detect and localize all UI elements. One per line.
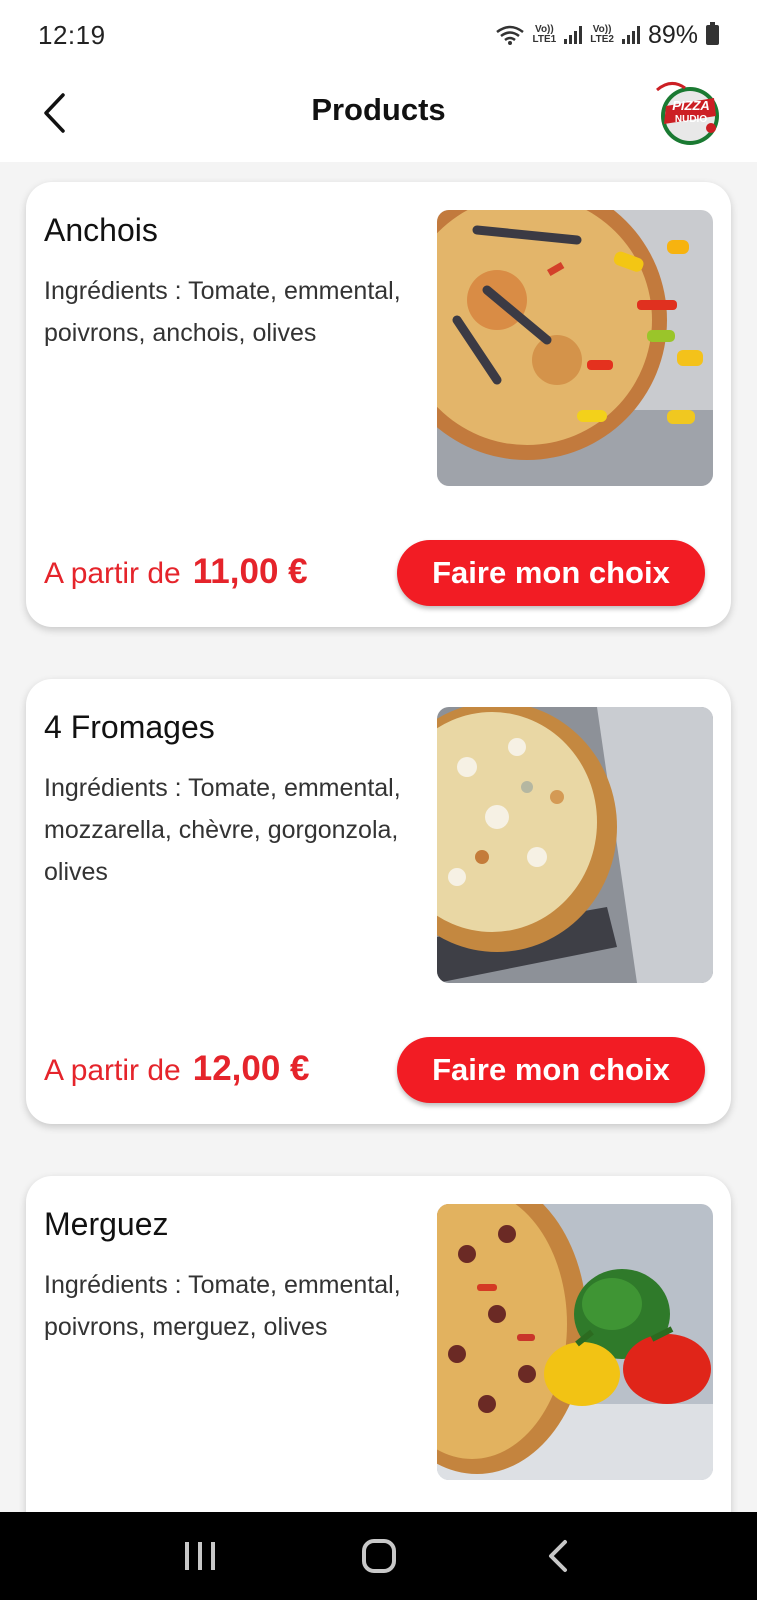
home-icon <box>361 1539 396 1573</box>
price-prefix: A partir de <box>44 1054 181 1087</box>
signal-icon-2 <box>621 26 640 44</box>
price-row: A partir de 12,00 € <box>44 1049 310 1089</box>
product-card[interactable]: Anchois Ingrédients : Tomate, emmental, … <box>26 182 731 627</box>
navigation-bar <box>0 1512 757 1600</box>
product-ingredients: Ingrédients : Tomate, emmental, poivrons… <box>44 277 401 347</box>
choose-button[interactable]: Faire mon choix <box>397 540 705 606</box>
product-image <box>437 707 713 983</box>
price-value: 12,00 € <box>192 1049 310 1088</box>
product-card[interactable]: 4 Fromages Ingrédients : Tomate, emmenta… <box>26 679 731 1124</box>
page-title: Products <box>311 92 446 127</box>
product-ingredients: Ingrédients : Tomate, emmental, mozzarel… <box>44 774 401 886</box>
app-header: Products PIZZA NUDIO <box>0 70 757 162</box>
brand-logo: PIZZA NUDIO <box>656 82 719 145</box>
choose-button[interactable]: Faire mon choix <box>397 1037 705 1103</box>
battery-percent: 89% <box>647 20 698 49</box>
battery-icon <box>706 22 719 45</box>
product-image <box>437 210 713 486</box>
recents-icon <box>184 1542 215 1570</box>
logo-text-top: PIZZA <box>672 98 710 113</box>
home-button[interactable] <box>349 1526 409 1586</box>
product-name: 4 Fromages <box>44 709 215 745</box>
network-label-1: Vo)) LTE1 <box>532 24 557 45</box>
price-prefix: A partir de <box>44 557 181 590</box>
recents-button[interactable] <box>170 1526 230 1586</box>
product-name: Merguez <box>44 1206 169 1242</box>
product-list[interactable]: Anchois Ingrédients : Tomate, emmental, … <box>0 162 757 1512</box>
back-icon <box>548 1540 567 1572</box>
price-row: A partir de 11,00 € <box>44 552 308 592</box>
status-icons: Vo)) LTE1 Vo)) LTE2 89% <box>495 21 719 50</box>
network-label-2: Vo)) LTE2 <box>590 24 614 45</box>
product-card[interactable]: Merguez Ingrédients : Tomate, emmental, … <box>26 1176 731 1512</box>
back-nav-button[interactable] <box>528 1526 588 1586</box>
product-image <box>437 1204 713 1480</box>
status-bar: 12:19 Vo)) LTE1 Vo)) LTE2 89% <box>0 0 757 70</box>
signal-icon <box>564 26 583 44</box>
product-ingredients: Ingrédients : Tomate, emmental, poivrons… <box>44 1271 401 1341</box>
status-time: 12:19 <box>38 19 106 50</box>
logo-text-bottom: NUDIO <box>675 114 707 125</box>
price-value: 11,00 € <box>192 552 308 591</box>
product-name: Anchois <box>44 212 158 248</box>
wifi-icon <box>495 25 524 45</box>
